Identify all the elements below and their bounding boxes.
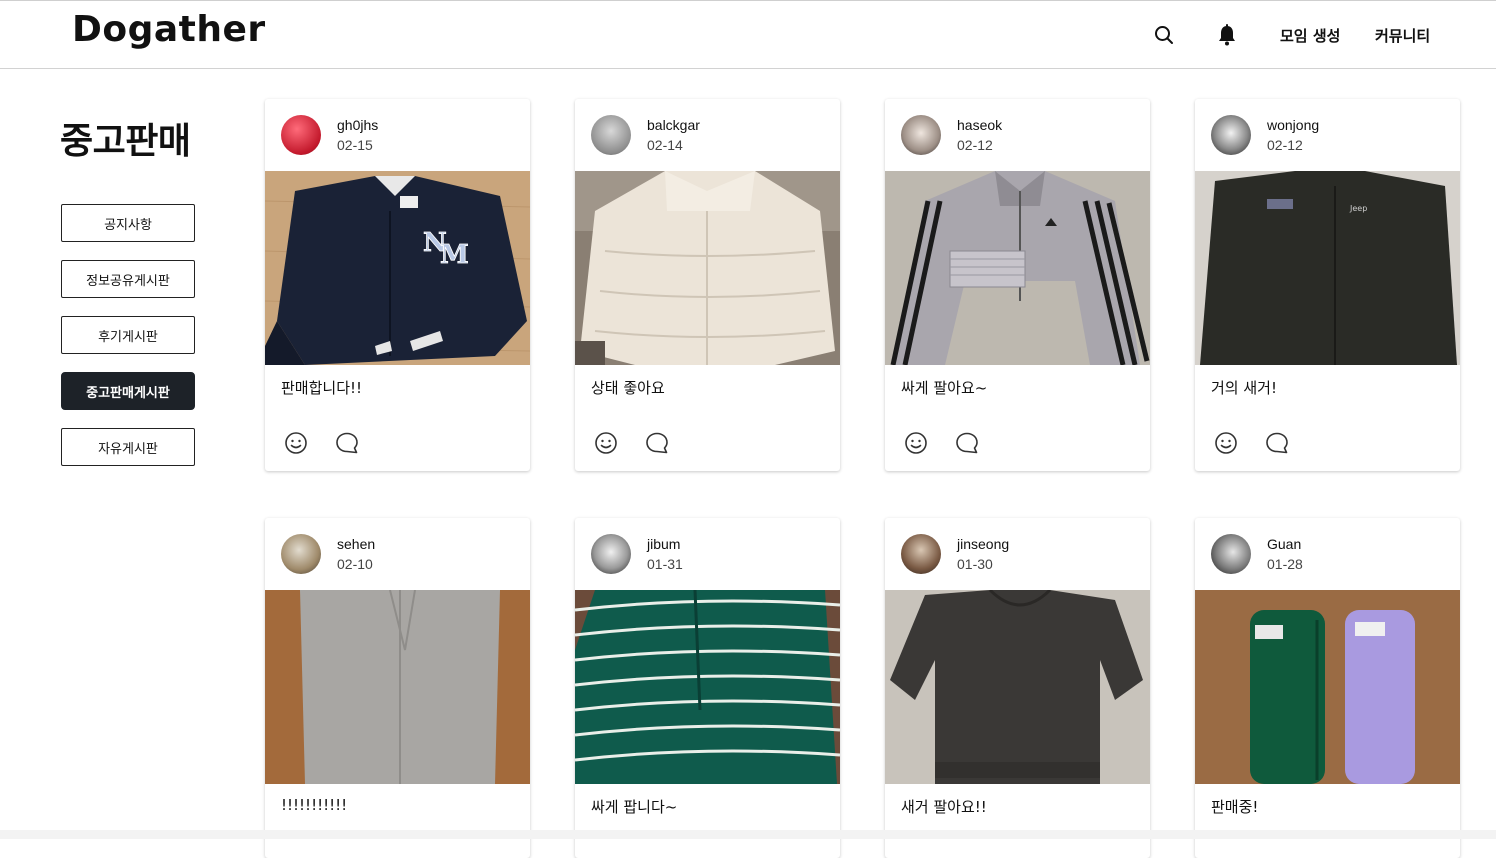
avatar[interactable] — [901, 115, 941, 155]
post-date: 01-30 — [957, 556, 993, 572]
post-username[interactable]: haseok — [957, 117, 1002, 133]
post-image[interactable]: Jeep — [1195, 171, 1460, 365]
avatar[interactable] — [281, 115, 321, 155]
comment-icon[interactable] — [955, 431, 979, 455]
post-date: 02-15 — [337, 137, 373, 153]
site-logo[interactable]: Dogather — [72, 9, 266, 50]
avatar[interactable] — [1211, 534, 1251, 574]
post-text[interactable]: !!!!!!!!!!! — [281, 796, 347, 814]
post-card[interactable]: wonjong 02-12 Jeep 거의 새거! — [1195, 99, 1460, 471]
sidebar-item-review-board[interactable]: 후기게시판 — [61, 316, 195, 354]
avatar[interactable] — [1211, 115, 1251, 155]
post-card[interactable]: sehen 02-10 !!!!!!!!!!! — [265, 518, 530, 858]
post-card[interactable]: balckgar 02-14 상태 좋아요 — [575, 99, 840, 471]
post-image[interactable] — [885, 590, 1150, 784]
page-bottom — [0, 830, 1496, 839]
post-date: 02-14 — [647, 137, 683, 153]
smile-icon[interactable] — [594, 431, 618, 455]
post-text[interactable]: 싸게 팝니다~ — [591, 796, 677, 817]
post-text[interactable]: 싸게 팔아요~ — [901, 377, 987, 398]
search-icon[interactable] — [1152, 23, 1176, 47]
post-text[interactable]: 거의 새거! — [1211, 377, 1277, 398]
post-image[interactable] — [1195, 590, 1460, 784]
comment-icon[interactable] — [1265, 431, 1289, 455]
post-date: 02-10 — [337, 556, 373, 572]
post-text[interactable]: 상태 좋아요 — [591, 377, 665, 398]
post-date: 01-28 — [1267, 556, 1303, 572]
post-text[interactable]: 새거 팔아요!! — [901, 796, 987, 817]
svg-text:M: M — [440, 240, 469, 270]
post-username[interactable]: gh0jhs — [337, 117, 378, 133]
post-card[interactable]: jibum 01-31 싸게 팝니다~ — [575, 518, 840, 858]
sidebar-item-free-board[interactable]: 자유게시판 — [61, 428, 195, 466]
avatar[interactable] — [591, 534, 631, 574]
post-username[interactable]: sehen — [337, 536, 375, 552]
comment-icon[interactable] — [335, 431, 359, 455]
avatar[interactable] — [591, 115, 631, 155]
nav-community[interactable]: 커뮤니티 — [1375, 25, 1430, 46]
post-image[interactable] — [885, 171, 1150, 365]
post-image[interactable]: N M — [265, 171, 530, 365]
sidebar-item-info-board[interactable]: 정보공유게시판 — [61, 260, 195, 298]
post-text[interactable]: 판매합니다!! — [281, 377, 362, 398]
comment-icon[interactable] — [645, 431, 669, 455]
smile-icon[interactable] — [904, 431, 928, 455]
nav-create-meeting[interactable]: 모임 생성 — [1280, 25, 1340, 46]
post-text[interactable]: 판매중! — [1211, 796, 1258, 817]
sidebar-item-notice[interactable]: 공지사항 — [61, 204, 195, 242]
post-date: 02-12 — [1267, 137, 1303, 153]
post-card[interactable]: gh0jhs 02-15 N M 판매합니다!! — [265, 99, 530, 471]
smile-icon[interactable] — [1214, 431, 1238, 455]
page-title: 중고판매 — [60, 121, 191, 162]
smile-icon[interactable] — [284, 431, 308, 455]
post-username[interactable]: jibum — [647, 536, 680, 552]
svg-text:Jeep: Jeep — [1349, 204, 1367, 213]
sidebar-item-used-sale-board[interactable]: 중고판매게시판 — [61, 372, 195, 410]
avatar[interactable] — [281, 534, 321, 574]
bell-icon[interactable] — [1215, 23, 1239, 47]
post-username[interactable]: Guan — [1267, 536, 1301, 552]
post-image[interactable] — [575, 590, 840, 784]
post-username[interactable]: wonjong — [1267, 117, 1319, 133]
site-header: Dogather 모임 생성 커뮤니티 — [0, 1, 1496, 69]
post-image[interactable] — [575, 171, 840, 365]
post-card[interactable]: jinseong 01-30 새거 팔아요!! — [885, 518, 1150, 858]
post-username[interactable]: balckgar — [647, 117, 700, 133]
post-image[interactable] — [265, 590, 530, 784]
post-card[interactable]: haseok 02-12 싸게 팔아요~ — [885, 99, 1150, 471]
post-card[interactable]: Guan 01-28 판매중! — [1195, 518, 1460, 858]
post-date: 02-12 — [957, 137, 993, 153]
post-date: 01-31 — [647, 556, 683, 572]
post-username[interactable]: jinseong — [957, 536, 1009, 552]
avatar[interactable] — [901, 534, 941, 574]
